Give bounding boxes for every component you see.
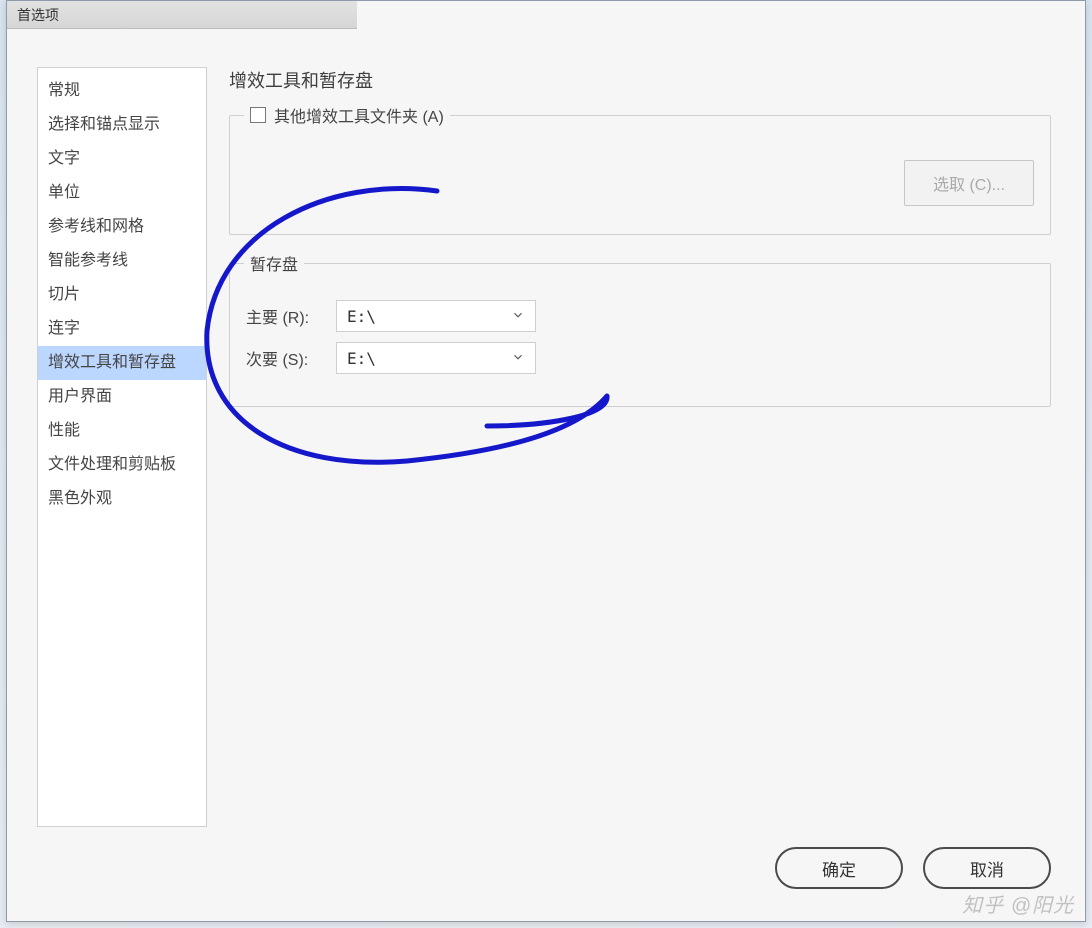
sidebar-item-slices[interactable]: 切片 bbox=[38, 278, 206, 312]
sidebar: 常规 选择和锚点显示 文字 单位 参考线和网格 智能参考线 切片 连字 增效工具… bbox=[37, 67, 207, 827]
chevron-down-icon bbox=[511, 307, 525, 326]
sidebar-item-file-clipboard[interactable]: 文件处理和剪贴板 bbox=[38, 448, 206, 482]
sidebar-item-type[interactable]: 文字 bbox=[38, 142, 206, 176]
sidebar-item-smart-guides[interactable]: 智能参考线 bbox=[38, 244, 206, 278]
panel-heading: 增效工具和暂存盘 bbox=[229, 67, 1051, 93]
primary-scratch-label: 主要 (R): bbox=[246, 304, 336, 328]
cancel-button[interactable]: 取消 bbox=[923, 847, 1051, 889]
titlebar: 首选项 bbox=[7, 1, 357, 29]
secondary-scratch-row: 次要 (S): E:\ bbox=[246, 342, 1034, 374]
chevron-down-icon bbox=[511, 349, 525, 368]
sidebar-item-selection-anchor[interactable]: 选择和锚点显示 bbox=[38, 108, 206, 142]
primary-scratch-value: E:\ bbox=[347, 307, 376, 326]
plugins-folder-checkbox[interactable] bbox=[250, 107, 266, 123]
sidebar-item-hyphenation[interactable]: 连字 bbox=[38, 312, 206, 346]
sidebar-item-units[interactable]: 单位 bbox=[38, 176, 206, 210]
secondary-scratch-value: E:\ bbox=[347, 349, 376, 368]
sidebar-item-black-appearance[interactable]: 黑色外观 bbox=[38, 482, 206, 516]
primary-scratch-row: 主要 (R): E:\ bbox=[246, 300, 1034, 332]
sidebar-item-guides-grid[interactable]: 参考线和网格 bbox=[38, 210, 206, 244]
plugins-folder-label: 其他增效工具文件夹 (A) bbox=[274, 103, 444, 127]
ok-button[interactable]: 确定 bbox=[775, 847, 903, 889]
secondary-scratch-label: 次要 (S): bbox=[246, 346, 336, 370]
sidebar-item-general[interactable]: 常规 bbox=[38, 74, 206, 108]
sidebar-item-plugins-scratch[interactable]: 增效工具和暂存盘 bbox=[38, 346, 206, 380]
main-panel: 增效工具和暂存盘 其他增效工具文件夹 (A) 选取 (C)... 暂存盘 主要 bbox=[229, 67, 1051, 435]
plugins-groupbox: 其他增效工具文件夹 (A) 选取 (C)... bbox=[229, 115, 1051, 235]
preferences-window: 首选项 常规 选择和锚点显示 文字 单位 参考线和网格 智能参考线 切片 连字 … bbox=[6, 0, 1086, 922]
choose-folder-button[interactable]: 选取 (C)... bbox=[904, 160, 1034, 206]
sidebar-item-performance[interactable]: 性能 bbox=[38, 414, 206, 448]
bottom-button-bar: 确定 取消 bbox=[775, 847, 1051, 889]
primary-scratch-dropdown[interactable]: E:\ bbox=[336, 300, 536, 332]
sidebar-item-user-interface[interactable]: 用户界面 bbox=[38, 380, 206, 414]
secondary-scratch-dropdown[interactable]: E:\ bbox=[336, 342, 536, 374]
plugins-checkbox-row: 其他增效工具文件夹 (A) bbox=[244, 103, 450, 127]
scratch-disk-groupbox: 暂存盘 主要 (R): E:\ 次要 (S): E:\ bbox=[229, 263, 1051, 407]
window-title: 首选项 bbox=[17, 5, 59, 25]
content-area: 常规 选择和锚点显示 文字 单位 参考线和网格 智能参考线 切片 连字 增效工具… bbox=[7, 29, 1085, 921]
scratch-legend: 暂存盘 bbox=[244, 251, 304, 275]
